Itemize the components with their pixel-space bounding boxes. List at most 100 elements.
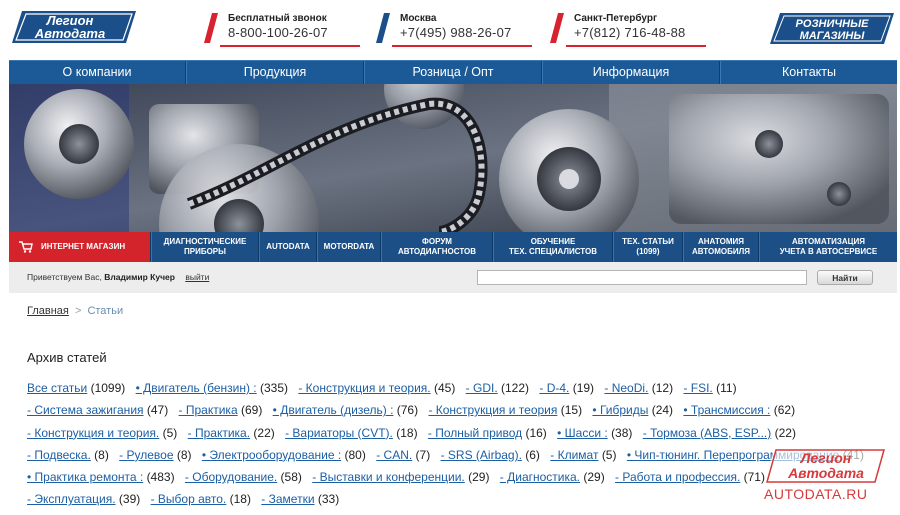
article-category-count: (18) — [229, 492, 251, 507]
article-category-item: • Двигатель (дизель) : (76) — [273, 403, 418, 417]
article-category-link[interactable]: Все статьи — [27, 381, 87, 395]
article-category-link[interactable]: - CAN. — [376, 448, 412, 462]
contact-label: Санкт-Петербург — [574, 13, 658, 24]
article-category-link[interactable]: • Практика ремонта : — [27, 470, 143, 484]
autodata-watermark: Легион Автодата AUTODATA.RU — [764, 446, 894, 506]
main-nav-info[interactable]: Информация — [542, 61, 720, 84]
article-category-count: (16) — [525, 425, 547, 440]
sub-nav-automation[interactable]: АВТОМАТИЗАЦИЯ УЧЕТА В АВТОСЕРВИСЕ — [759, 232, 897, 262]
contact-phone[interactable]: 8-800-100-26-07 — [228, 25, 328, 41]
article-category-link[interactable]: - Система зажигания — [27, 403, 144, 417]
article-category-link[interactable]: - Подвеска. — [27, 448, 91, 462]
article-category-count: (11) — [716, 381, 737, 395]
article-category-count: (5) — [162, 425, 178, 440]
article-category-link[interactable]: - Рулевое — [119, 448, 173, 462]
article-category-link[interactable]: - Конструкция и теория. — [27, 426, 159, 440]
article-category-link[interactable]: - Практика. — [188, 426, 250, 440]
retail-line2: МАГАЗИНЫ — [800, 30, 866, 42]
logo-line2: Автодата — [34, 26, 105, 41]
article-category-link[interactable]: - SRS (Airbag). — [441, 448, 522, 462]
contact-phone[interactable]: +7(812) 716-48-88 — [574, 25, 685, 41]
article-category-count: (47) — [146, 403, 169, 418]
article-category-link[interactable]: • Шасси : — [557, 426, 608, 440]
retail-stores-button[interactable]: РОЗНИЧНЫЕ МАГАЗИНЫ — [770, 12, 894, 45]
article-category-link[interactable]: • Электрооборудование : — [202, 448, 341, 462]
sub-nav-autodata[interactable]: AUTODATA — [259, 232, 317, 262]
contact-phone[interactable]: +7(495) 988-26-07 — [400, 25, 511, 41]
sub-nav-tech-articles[interactable]: ТЕХ. СТАТЬИ (1099) — [613, 232, 683, 262]
legion-autodata-logo[interactable]: Легион Автодата — [12, 9, 136, 45]
article-category-link[interactable]: - FSI. — [683, 381, 712, 395]
article-category-link[interactable]: • Двигатель (дизель) : — [273, 403, 394, 417]
article-category-item: - Подвеска. (8) — [27, 448, 109, 462]
article-category-item: - FSI. (11) — [683, 381, 736, 395]
main-nav-contacts[interactable]: Контакты — [720, 61, 897, 84]
article-category-item: - Выбор авто. (18) — [151, 492, 251, 506]
breadcrumb-current: Статьи — [87, 305, 124, 317]
article-category-item: - Заметки (33) — [261, 492, 339, 506]
article-category-link[interactable]: - Эксплуатация. — [27, 492, 116, 506]
article-category-count: (45) — [433, 381, 456, 395]
main-nav-products[interactable]: Продукция — [186, 61, 364, 84]
logout-link[interactable]: выйти — [185, 272, 209, 282]
contact-label: Бесплатный звонок — [228, 13, 327, 24]
breadcrumb-home[interactable]: Главная — [27, 305, 69, 317]
article-category-count: (483) — [146, 470, 175, 485]
article-category-item: - GDI. (122) — [466, 381, 529, 395]
article-category-link[interactable]: - Тормоза (ABS, ESP...) — [643, 426, 772, 440]
article-category-item: - Конструкция и теория (15) — [428, 403, 582, 417]
article-category-item: - Работа и профессия. (71) — [615, 470, 765, 484]
slash-icon — [550, 13, 564, 43]
article-category-item: • Двигатель (бензин) : (335) — [136, 381, 288, 395]
article-category-count: (62) — [773, 403, 796, 418]
article-category-link[interactable]: - GDI. — [466, 381, 498, 395]
article-category-link[interactable]: - Оборудование. — [185, 470, 277, 484]
article-category-link[interactable]: - Заметки — [261, 492, 314, 506]
article-category-link[interactable]: - Практика — [179, 403, 238, 417]
sub-nav-anatomy[interactable]: АНАТОМИЯ АВТОМОБИЛЯ — [683, 232, 759, 262]
watermark-logo: Легион Автодата — [764, 448, 888, 484]
article-category-link[interactable]: - D-4. — [539, 381, 569, 395]
sub-nav-forum[interactable]: ФОРУМ АВТОДИАГНОСТОВ — [381, 232, 493, 262]
article-category-link[interactable]: - Конструкция и теория. — [298, 381, 430, 395]
article-category-link[interactable]: - Диагностика. — [500, 470, 580, 484]
article-category-count: (24) — [651, 403, 674, 418]
article-category-link[interactable]: - Полный привод — [428, 426, 522, 440]
article-category-item: - Тормоза (ABS, ESP...) (22) — [643, 426, 796, 440]
article-category-count: (80) — [344, 447, 366, 462]
sub-nav-motordata[interactable]: MOTORDATA — [317, 232, 381, 262]
sub-nav-training[interactable]: ОБУЧЕНИЕ ТЕХ. СПЕЦИАЛИСТОВ — [493, 232, 613, 262]
article-category-link[interactable]: - Выставки и конференции. — [312, 470, 465, 484]
article-category-link[interactable]: - NeoDi. — [604, 381, 648, 395]
article-category-link[interactable]: • Гибриды — [592, 403, 648, 417]
article-category-link[interactable]: - Климат — [550, 448, 598, 462]
watermark-url: AUTODATA.RU — [764, 486, 868, 502]
search-button[interactable]: Найти — [817, 270, 873, 285]
main-nav-retail[interactable]: Розница / Опт — [364, 61, 542, 84]
article-category-count: (7) — [415, 447, 431, 462]
breadcrumb: Главная > Статьи — [27, 305, 123, 317]
article-category-link[interactable]: - Конструкция и теория — [428, 403, 557, 417]
sub-nav-diagnostics[interactable]: ДИАГНОСТИЧЕСКИЕ ПРИБОРЫ — [151, 232, 259, 262]
article-category-count: (39) — [118, 492, 141, 507]
article-category-link[interactable]: • Трансмиссия : — [683, 403, 770, 417]
article-category-link[interactable]: • Двигатель (бензин) : — [136, 381, 257, 395]
article-category-item: • Электрооборудование : (80) — [202, 448, 366, 462]
article-category-link[interactable]: - Выбор авто. — [151, 492, 227, 506]
article-category-item: - Выставки и конференции. (29) — [312, 470, 489, 484]
article-category-count: (69) — [240, 403, 263, 418]
article-category-item: - D-4. (19) — [539, 381, 594, 395]
article-category-link[interactable]: - Вариаторы (CVT). — [285, 426, 393, 440]
main-nav-about[interactable]: О компании — [9, 61, 186, 84]
article-category-count: (15) — [560, 403, 583, 418]
article-category-count: (122) — [501, 381, 530, 395]
search-input[interactable] — [477, 270, 807, 285]
online-shop-button[interactable]: ИНТЕРНЕТ МАГАЗИН — [9, 232, 151, 262]
article-category-count: (29) — [583, 470, 605, 485]
article-category-count: (335) — [259, 381, 288, 395]
greeting-prefix: Приветствуем Вас, — [27, 272, 102, 282]
article-category-count: (5) — [601, 447, 617, 462]
article-category-item: • Шасси : (38) — [557, 426, 632, 440]
article-category-item: - Практика (69) — [179, 403, 263, 417]
article-category-link[interactable]: - Работа и профессия. — [615, 470, 740, 484]
